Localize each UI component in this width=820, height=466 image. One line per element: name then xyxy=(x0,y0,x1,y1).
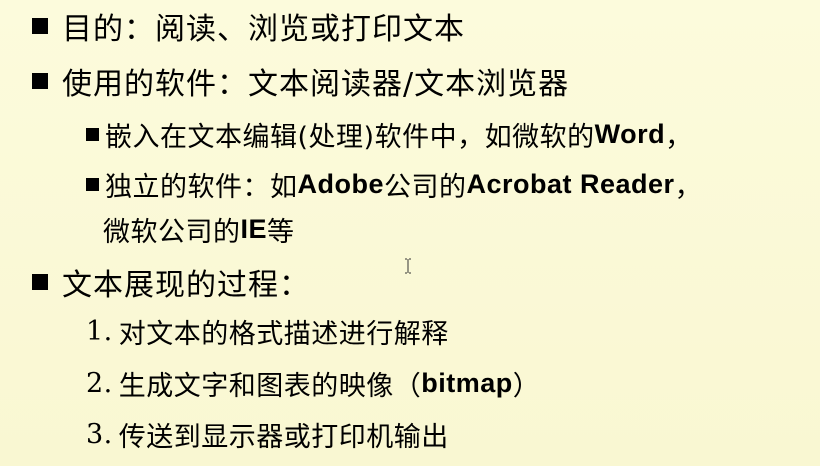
slide: 目的：阅读、浏览或打印文本 使用的软件：文本阅读器/文本浏览器 嵌入在文本编辑(… xyxy=(0,0,820,466)
step-text: 对文本的格式描述进行解释 xyxy=(118,318,449,350)
step-number: 1. xyxy=(86,315,113,347)
bullet-text: 目的：阅读、浏览或打印文本 xyxy=(62,12,465,47)
step-3: 3. 传送到显示器或打印机输出 xyxy=(86,416,449,453)
step-2: 2. 生成文字和图表的映像（ bitmap ） xyxy=(86,365,541,402)
step-text: 生成文字和图表的映像（ xyxy=(118,370,422,402)
step-text: 传送到显示器或打印机输出 xyxy=(118,421,449,453)
text-cursor-icon xyxy=(405,258,411,274)
sub-bullet-text: 微软公司的 xyxy=(103,216,241,248)
bullet-software: 使用的软件：文本阅读器/文本浏览器 xyxy=(32,61,570,102)
square-bullet-icon xyxy=(86,127,99,141)
punctuation: ， xyxy=(665,121,693,153)
sub-bullet-text-suffix: 等 xyxy=(267,216,295,248)
sub-bullet-text-mid: 公司的 xyxy=(384,171,467,203)
step-term-bitmap: bitmap xyxy=(421,367,513,398)
sub-bullet-embedded: 嵌入在文本编辑(处理)软件中，如微软的 Word ， xyxy=(86,116,693,153)
step-1: 1. 对文本的格式描述进行解释 xyxy=(86,313,449,350)
sub-bullet-standalone: 独立的软件：如 Adobe 公司的 Acrobat Reader ， xyxy=(86,166,703,203)
punctuation: ， xyxy=(674,171,703,203)
square-bullet-icon xyxy=(86,177,99,191)
step-number: 2. xyxy=(86,367,113,399)
bullet-text: 文本展现的过程： xyxy=(62,268,310,303)
brand-adobe: Adobe xyxy=(297,168,384,199)
square-bullet-icon xyxy=(32,73,48,89)
brand-acrobat-reader: Acrobat Reader xyxy=(466,168,675,199)
sub-bullet-text: 嵌入在文本编辑(处理)软件中，如微软的 xyxy=(105,121,595,153)
brand-word: Word xyxy=(594,118,666,149)
bullet-purpose: 目的：阅读、浏览或打印文本 xyxy=(32,6,465,47)
bullet-text: 使用的软件：文本阅读器/文本浏览器 xyxy=(62,67,570,102)
step-text-suffix: ） xyxy=(512,370,541,402)
sub-bullet-text: 独立的软件：如 xyxy=(105,171,298,203)
brand-ie: IE xyxy=(240,213,268,244)
square-bullet-icon xyxy=(32,18,48,34)
square-bullet-icon xyxy=(32,274,48,290)
step-number: 3. xyxy=(86,418,113,450)
sub-bullet-standalone-continued: 微软公司的 IE 等 xyxy=(103,211,295,248)
bullet-process: 文本展现的过程： xyxy=(32,262,310,303)
